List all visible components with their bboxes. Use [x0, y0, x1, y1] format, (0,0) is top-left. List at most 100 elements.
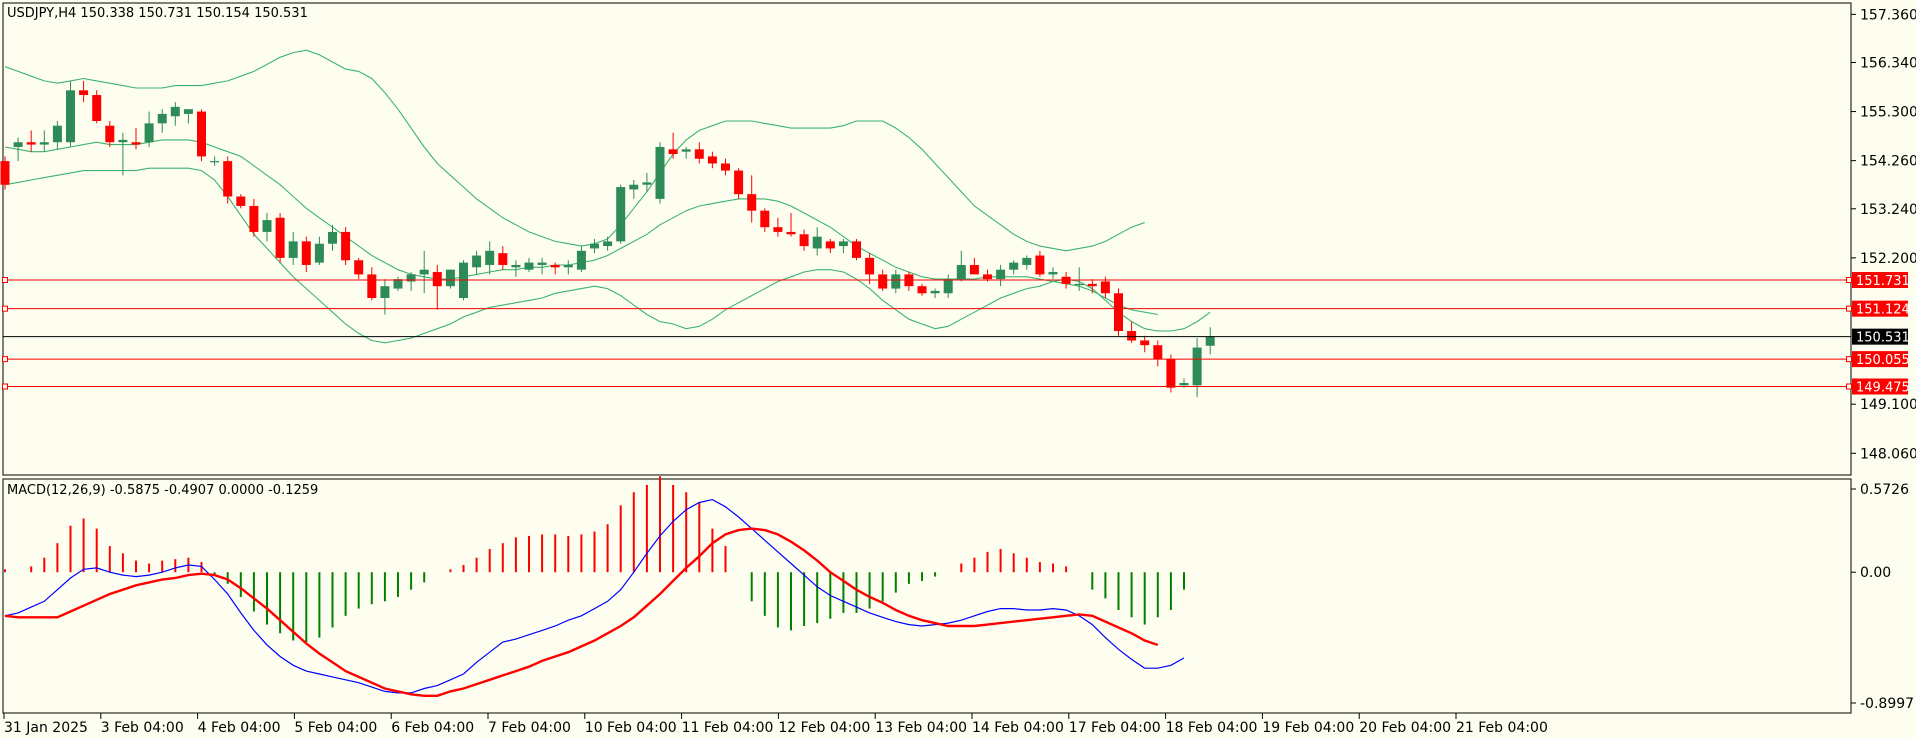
level-2-handle[interactable] [1846, 305, 1852, 312]
candle-body [1022, 257, 1032, 265]
price-tick-label: 157.360 [1860, 7, 1916, 23]
candle-body [1140, 340, 1150, 346]
candle-body [511, 264, 521, 268]
candle-body [878, 274, 888, 289]
candle-body [157, 113, 167, 124]
candle-body [642, 182, 652, 185]
time-label: 20 Feb 04:00 [1359, 720, 1451, 736]
candle-body [825, 241, 835, 249]
candle-body [773, 227, 783, 232]
candle-body [603, 241, 613, 247]
candle-body [983, 274, 992, 280]
candle-body [105, 125, 115, 143]
candle-body [1009, 262, 1019, 270]
time-label: 7 Feb 04:00 [488, 720, 571, 736]
candle-body [144, 123, 154, 143]
time-label: 10 Feb 04:00 [585, 720, 677, 736]
candle-body [891, 274, 901, 289]
time-label: 3 Feb 04:00 [101, 720, 184, 736]
level-2-handle[interactable] [2, 305, 8, 312]
time-label: 31 Jan 2025 [4, 720, 88, 736]
time-label: 4 Feb 04:00 [198, 720, 281, 736]
candle-body [183, 109, 193, 114]
candle-body [694, 149, 704, 159]
candle [275, 213, 285, 263]
candle-body [498, 253, 508, 265]
candle-body [419, 269, 429, 275]
price-tick-label: 152.200 [1860, 251, 1916, 267]
time-label: 17 Feb 04:00 [1069, 720, 1161, 736]
price-tick-label: 153.240 [1860, 202, 1916, 218]
candle-body [917, 286, 927, 294]
candle-body [0, 161, 10, 185]
candle-body [288, 241, 298, 258]
level-3-tag-label: 150.055 [1856, 353, 1910, 368]
candle-body [786, 231, 796, 235]
candle-body [838, 241, 848, 247]
level-1-handle[interactable] [2, 277, 8, 284]
candle-body [524, 262, 534, 270]
candle-body [1035, 255, 1045, 275]
candle-body [563, 264, 573, 268]
candle-body [655, 146, 665, 199]
candle-body [210, 161, 220, 163]
candle-body [380, 286, 390, 298]
price-tick-label: 156.340 [1860, 55, 1916, 71]
candle-body [131, 142, 141, 145]
candle-body [681, 149, 691, 152]
candle-body [537, 262, 547, 265]
candle-body [1127, 331, 1137, 341]
candle-body [445, 269, 455, 287]
time-label: 11 Feb 04:00 [682, 720, 774, 736]
level-4-handle[interactable] [1846, 383, 1852, 390]
candle-body [341, 231, 351, 261]
candle-body [262, 220, 272, 232]
price-tick-label: 155.300 [1860, 105, 1916, 121]
candle-body [223, 161, 233, 197]
time-label: 13 Feb 04:00 [875, 720, 967, 736]
candle-body [1100, 281, 1110, 294]
price-tick-label: 148.060 [1860, 446, 1916, 462]
macd-tick-label: 0.00 [1860, 565, 1891, 581]
candle-body [668, 149, 678, 155]
candle [197, 109, 206, 162]
candle-body [812, 236, 822, 249]
time-label: 14 Feb 04:00 [972, 720, 1064, 736]
level-2-tag-label: 151.124 [1856, 303, 1910, 318]
level-4-handle[interactable] [2, 383, 8, 390]
level-3-handle[interactable] [1846, 356, 1852, 363]
candle-body [1166, 359, 1176, 388]
level-1-handle[interactable] [1846, 277, 1852, 284]
candle-body [1074, 283, 1084, 286]
candle-body [734, 170, 744, 195]
candle-body [118, 139, 128, 143]
candle-body [367, 274, 377, 298]
level-1-tag-label: 151.731 [1856, 274, 1910, 289]
candle-body [472, 255, 482, 268]
level-3-handle[interactable] [2, 356, 8, 363]
candle [655, 142, 665, 204]
candle-body [301, 241, 311, 265]
candle [1114, 288, 1123, 336]
chart: 151.731 151.124 150.055 149.475 150.531 157.… [0, 0, 1916, 738]
candle-body [629, 184, 639, 190]
instrument-header: USDJPY,H4 150.338 150.731 150.154 150.53… [7, 6, 308, 21]
candle-body [760, 210, 770, 228]
level-4-tag-label: 149.475 [1856, 381, 1910, 396]
candle [852, 239, 861, 261]
candle-body [996, 269, 1006, 280]
candle-body [485, 250, 495, 265]
candle [0, 156, 10, 190]
candle-body [1153, 345, 1163, 360]
candle-body [721, 163, 730, 171]
time-label: 19 Feb 04:00 [1262, 720, 1354, 736]
candle [445, 269, 455, 289]
candle-body [1192, 347, 1202, 386]
candle-body [956, 264, 966, 280]
price-tick-label: 154.260 [1860, 154, 1916, 170]
candle-body [930, 290, 940, 294]
candle-body [707, 156, 717, 164]
candle-body [1087, 283, 1097, 287]
candle-body [79, 90, 89, 96]
candle-body [1205, 336, 1215, 346]
